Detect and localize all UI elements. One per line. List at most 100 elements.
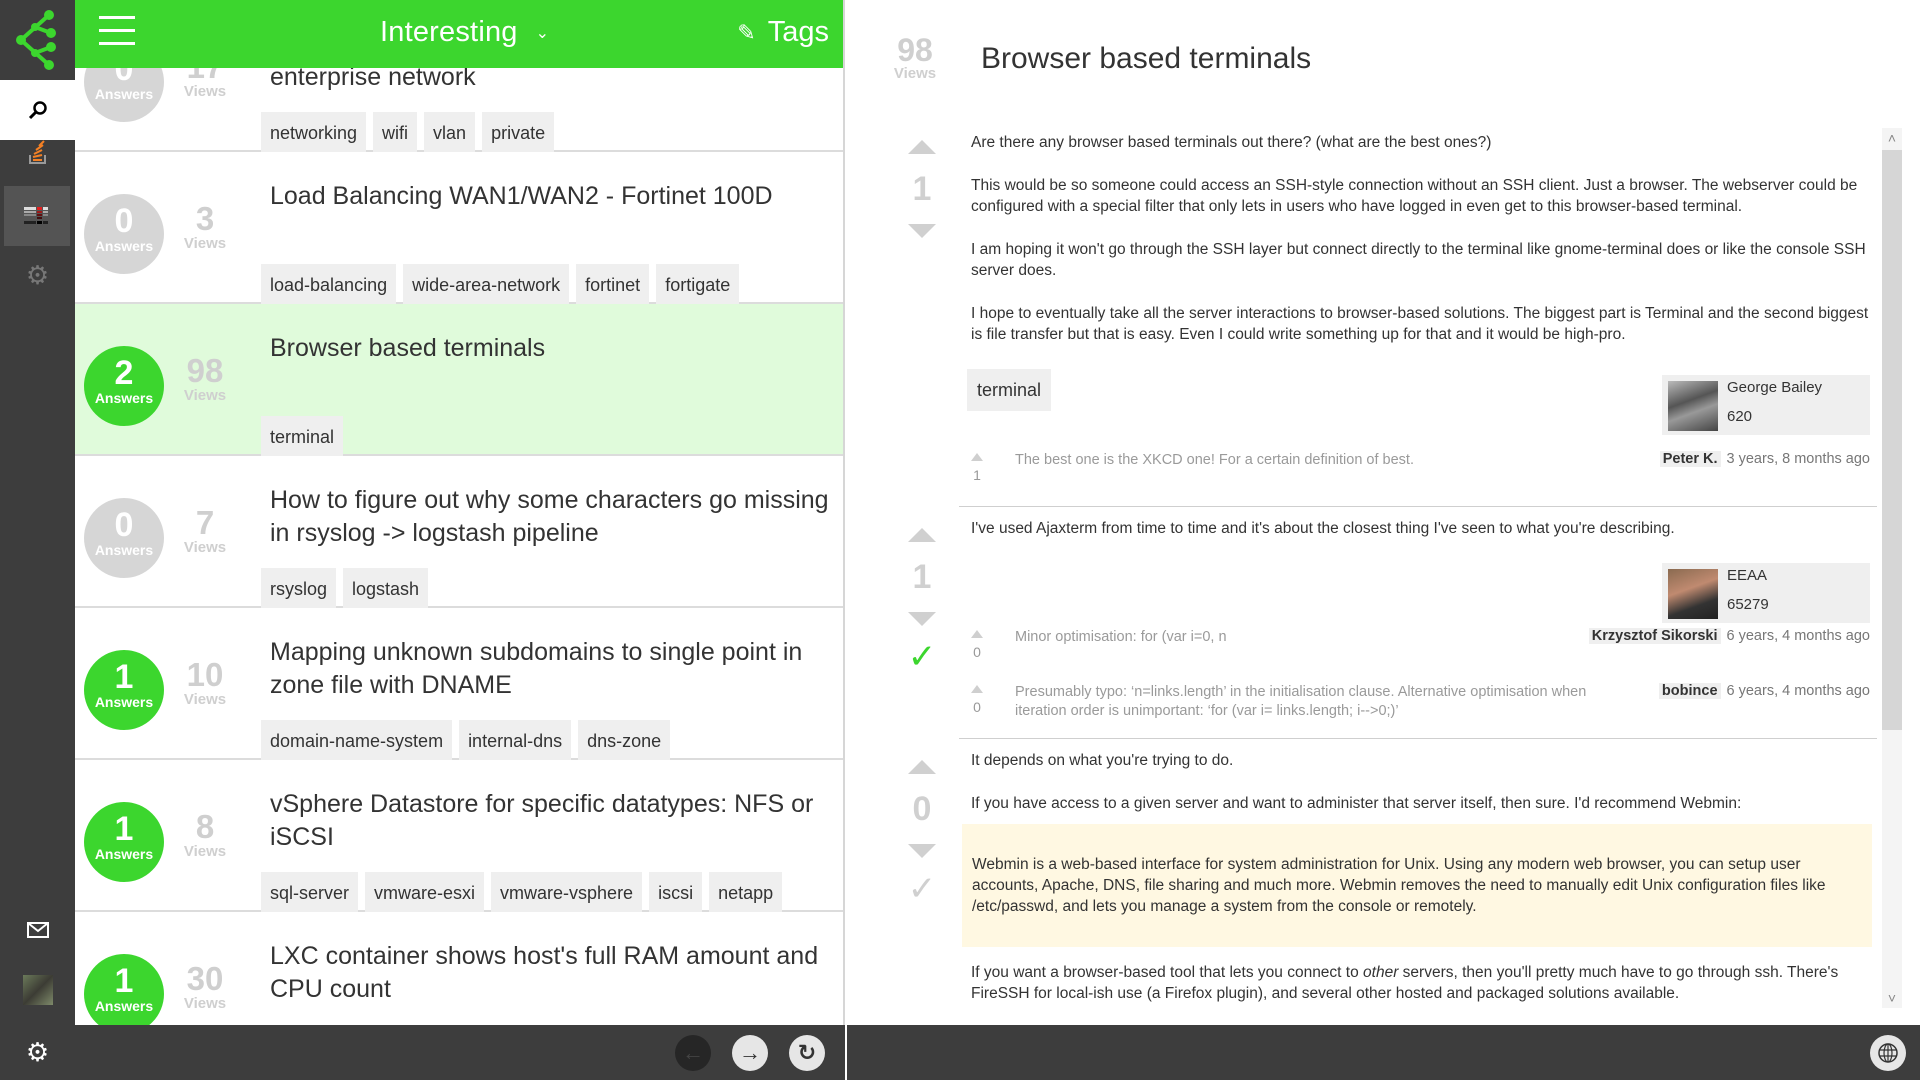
- scrollbar-thumb[interactable]: [1882, 150, 1902, 730]
- comment-author[interactable]: Peter K.: [1659, 451, 1721, 467]
- question-list: 0Answers17ViewsVLAN / Virtual LAN / whic…: [75, 0, 843, 1025]
- scroll-up-icon[interactable]: ˄: [1882, 130, 1902, 146]
- user-avatar: [1668, 569, 1718, 619]
- tag-chip[interactable]: private: [482, 112, 555, 154]
- tag-chip[interactable]: domain-name-system: [261, 720, 453, 762]
- question-list-title[interactable]: LXC container shows host's full RAM amou…: [270, 940, 830, 1006]
- feed-dropdown[interactable]: Interesting ⌄: [380, 16, 549, 49]
- question-list-title[interactable]: Mapping unknown subdomains to single poi…: [270, 636, 830, 702]
- refresh-button[interactable]: ↻: [789, 1035, 825, 1071]
- question-list-item[interactable]: 1 Answers 8 Views vSphere Datastore for spec…: [75, 760, 843, 914]
- question-list-item[interactable]: 0 Answers 7 Views How to figure out why some…: [75, 456, 843, 610]
- question-tags: terminal: [261, 416, 344, 458]
- answers-label: Answers: [94, 86, 154, 102]
- user-reputation: 65279: [1727, 596, 1769, 613]
- question-tags: load-balancing wide-area-network fortinet f…: [261, 264, 740, 306]
- question-list-title[interactable]: How to figure out why some characters go…: [270, 484, 830, 550]
- rail-profile-button[interactable]: [0, 960, 75, 1020]
- answer-user-card[interactable]: EEAA 65279: [1662, 563, 1870, 623]
- forward-button[interactable]: →: [732, 1035, 768, 1071]
- downvote-button[interactable]: [908, 612, 936, 626]
- question-list-item[interactable]: 0 Answers 3 Views Load Balancing WAN1/WAN2 -…: [75, 152, 843, 306]
- question-body: Are there any browser based terminals ou…: [971, 132, 1876, 367]
- answer-body: If you want a browser-based tool that le…: [971, 962, 1876, 1025]
- tag-chip[interactable]: fortigate: [656, 264, 740, 306]
- question-tag[interactable]: terminal: [967, 369, 1052, 411]
- comment-vote: 1: [967, 453, 987, 483]
- comment-time: 3 years, 8 months ago: [1726, 451, 1870, 467]
- tag-chip[interactable]: logstash: [343, 568, 429, 610]
- tag-chip[interactable]: sql-server: [261, 872, 359, 914]
- rail-serverfault-button[interactable]: [4, 186, 70, 246]
- downvote-button[interactable]: [908, 224, 936, 238]
- tags-button[interactable]: ✎ Tags: [737, 16, 829, 49]
- upvote-button[interactable]: [908, 528, 936, 542]
- question-list-title[interactable]: vSphere Datastore for specific datatypes…: [270, 788, 830, 854]
- views-label: Views: [183, 995, 227, 1012]
- app-window: ⚙ ⚙ Interesting ⌄ ✎ Tags 0Answers17Views…: [0, 0, 1920, 1080]
- open-in-browser-button[interactable]: [1870, 1035, 1906, 1071]
- views-number: 30: [186, 960, 224, 997]
- comment-author[interactable]: Krzysztof Sikorski: [1588, 628, 1721, 644]
- comment-score: 0: [973, 644, 981, 660]
- detail-views-count: 98: [897, 32, 933, 68]
- question-title: Browser based terminals: [981, 42, 1312, 75]
- question-user-card[interactable]: George Bailey 620: [1662, 375, 1870, 435]
- rail-gear-button[interactable]: ⚙: [0, 245, 75, 305]
- stackoverflow-icon: [28, 140, 46, 164]
- pencil-icon: ✎: [737, 19, 756, 45]
- user-reputation: 620: [1727, 408, 1753, 425]
- answers-badge: 1 Answers: [84, 802, 164, 882]
- tag-chip[interactable]: dns-zone: [578, 720, 671, 762]
- question-list-item[interactable]: 1 Answers 30 Views LXC container shows host'…: [75, 912, 843, 1025]
- tag-chip[interactable]: terminal: [261, 416, 344, 458]
- tag-chip[interactable]: vlan: [424, 112, 476, 154]
- upvote-button[interactable]: [908, 760, 936, 774]
- tag-chip[interactable]: iscsi: [649, 872, 703, 914]
- comment-upvote-button[interactable]: [971, 453, 983, 461]
- upvote-button[interactable]: [908, 140, 936, 154]
- tag-chip[interactable]: vmware-vsphere: [491, 872, 643, 914]
- answer-body: I've used Ajaxterm from time to time and…: [971, 518, 1876, 561]
- tag-chip[interactable]: networking: [261, 112, 367, 154]
- back-button[interactable]: ←: [675, 1035, 711, 1071]
- rail-stackoverflow-button[interactable]: [0, 123, 75, 183]
- app-logo[interactable]: [0, 0, 75, 80]
- user-avatar: [1668, 381, 1718, 431]
- answer-text: If you want a browser-based tool that le…: [971, 964, 1364, 981]
- views-label: Views: [183, 235, 227, 252]
- tag-chip[interactable]: fortinet: [576, 264, 650, 306]
- user-name: EEAA: [1727, 567, 1768, 584]
- answer-paragraph: If you want a browser-based tool that le…: [971, 962, 1876, 1004]
- comment-time: 6 years, 4 months ago: [1726, 683, 1870, 699]
- mail-icon: [26, 922, 49, 938]
- downvote-button[interactable]: [908, 844, 936, 858]
- views-label: Views: [183, 691, 227, 708]
- tag-chip[interactable]: load-balancing: [261, 264, 397, 306]
- comment-author[interactable]: bobince: [1658, 683, 1721, 699]
- views-count: 30 Views: [175, 962, 235, 1012]
- question-list-item[interactable]: 1 Answers 10 Views Mapping unknown subdomain…: [75, 608, 843, 762]
- tag-chip[interactable]: rsyslog: [261, 568, 337, 610]
- question-list-title[interactable]: Load Balancing WAN1/WAN2 - Fortinet 100D: [270, 180, 830, 213]
- menu-button[interactable]: [99, 16, 135, 46]
- views-number: 3: [195, 200, 215, 237]
- tag-chip[interactable]: internal-dns: [459, 720, 572, 762]
- accept-check-icon[interactable]: ✓: [899, 872, 945, 906]
- question-paragraph: Are there any browser based terminals ou…: [971, 134, 1492, 151]
- tag-chip[interactable]: wifi: [373, 112, 418, 154]
- rail-inbox-button[interactable]: [0, 900, 75, 960]
- comment-upvote-button[interactable]: [971, 630, 983, 638]
- post-divider: [959, 738, 1877, 739]
- question-list-item[interactable]: 2 Answers 98 Views Browser based terminals te…: [75, 304, 843, 458]
- answer-text: I've used Ajaxterm from time to time and…: [971, 520, 1675, 537]
- comment-upvote-button[interactable]: [971, 685, 983, 693]
- rail-settings-button[interactable]: ⚙: [0, 1022, 75, 1080]
- tag-chip[interactable]: netapp: [709, 872, 783, 914]
- search-icon: [28, 101, 47, 120]
- tag-chip[interactable]: vmware-esxi: [365, 872, 485, 914]
- question-list-title[interactable]: Browser based terminals: [270, 332, 830, 365]
- scroll-down-icon[interactable]: ˅: [1882, 990, 1902, 1006]
- tag-chip[interactable]: wide-area-network: [403, 264, 570, 306]
- detail-scrollbar[interactable]: ˄ ˅: [1882, 128, 1902, 1008]
